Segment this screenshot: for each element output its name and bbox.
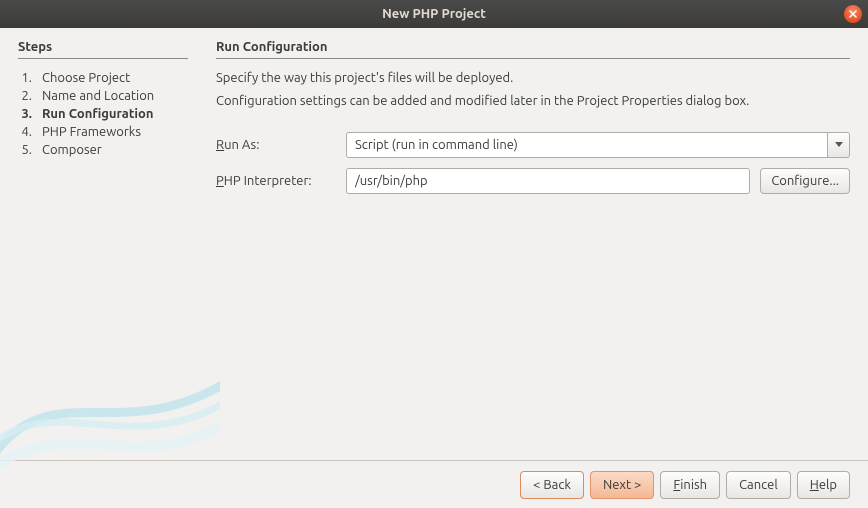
php-interpreter-label: PHP Interpreter: [216,174,336,188]
chevron-down-icon [835,142,843,148]
description-line-2: Configuration settings can be added and … [216,92,850,112]
footer: < Back Next > Finish Cancel Help [0,460,868,508]
step-item: 2. Name and Location [18,87,188,105]
step-item-active: 3. Run Configuration [18,105,188,123]
cancel-button[interactable]: Cancel [726,471,791,499]
form: Run As: Script (run in command line) PHP… [216,132,850,194]
close-icon [849,10,857,18]
main-panel: Run Configuration Specify the way this p… [216,40,850,460]
step-item: 4. PHP Frameworks [18,123,188,141]
steps-heading: Steps [18,40,188,59]
php-interpreter-input[interactable] [346,168,750,194]
back-button[interactable]: < Back [520,471,584,499]
run-as-dropdown-button[interactable] [828,132,850,158]
finish-button[interactable]: Finish [660,471,720,499]
run-as-select[interactable]: Script (run in command line) [346,132,828,158]
wizard-sidebar: Steps 1. Choose Project 2. Name and Loca… [18,40,188,460]
next-button[interactable]: Next > [590,471,654,499]
window-title: New PHP Project [382,7,486,21]
help-button[interactable]: Help [797,471,850,499]
close-button[interactable] [844,5,862,23]
run-as-label: Run As: [216,138,336,152]
step-item: 5. Composer [18,141,188,159]
titlebar: New PHP Project [0,0,868,28]
steps-list: 1. Choose Project 2. Name and Location 3… [18,69,188,159]
main-heading: Run Configuration [216,40,850,59]
step-item: 1. Choose Project [18,69,188,87]
description-line-1: Specify the way this project's files wil… [216,69,850,89]
decorative-wave [0,350,220,470]
configure-button[interactable]: Configure... [760,168,850,194]
